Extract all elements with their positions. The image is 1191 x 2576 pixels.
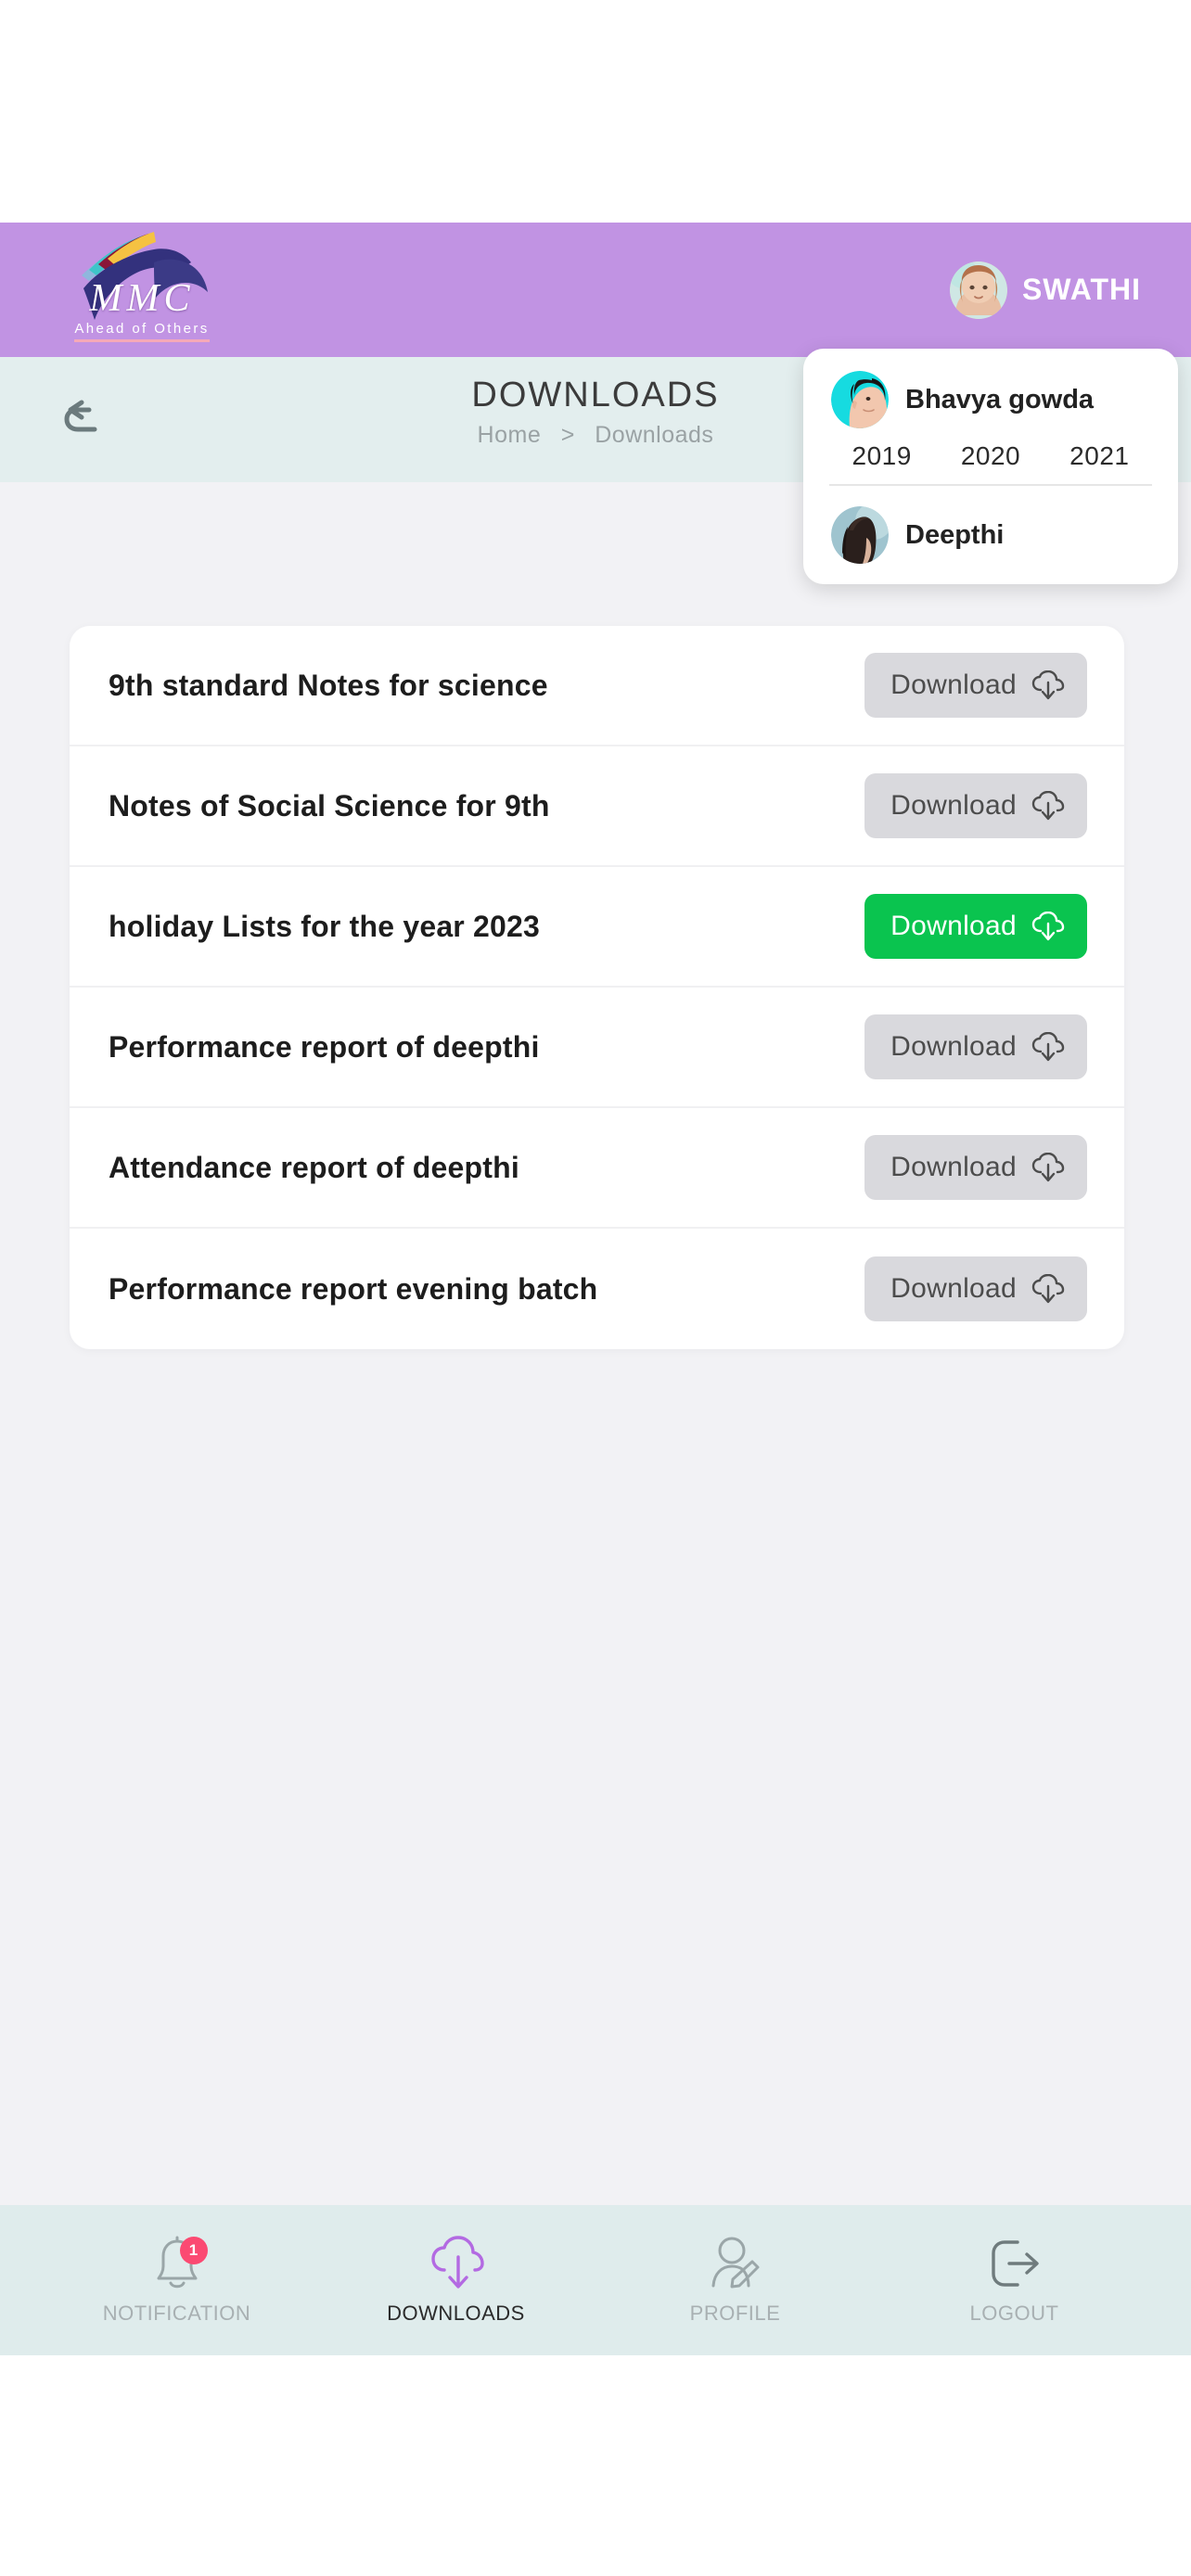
student-switch-popup[interactable]: Bhavya gowda 2019 2020 2021 Deepthi	[803, 349, 1178, 584]
avatar[interactable]	[949, 261, 1007, 319]
nav-label-notification: NOTIFICATION	[102, 2302, 251, 2325]
download-button-label: Download	[890, 790, 1017, 821]
header-user-chip[interactable]: SWATHI	[949, 261, 1141, 319]
download-item-title: 9th standard Notes for science	[109, 668, 548, 702]
cloud-download-icon	[1031, 791, 1065, 821]
logo-wordmark: MMC Ahead of Others	[54, 279, 230, 342]
breadcrumb-home[interactable]: Home	[478, 422, 542, 448]
cloud-download-icon	[430, 2236, 484, 2289]
download-item-title: Performance report of deepthi	[109, 1029, 540, 1064]
notification-badge: 1	[179, 2237, 208, 2264]
bottom-navigation: 1 NOTIFICATION DOWNLOADS PROFILE LOGOUT	[0, 2205, 1191, 2355]
download-button-label: Download	[890, 670, 1017, 700]
nav-label-downloads: DOWNLOADS	[387, 2302, 525, 2325]
download-button[interactable]: Download	[864, 653, 1087, 718]
table-row: Performance report evening batch Downloa…	[70, 1229, 1124, 1349]
download-button[interactable]: Download	[864, 1256, 1087, 1321]
nav-item-profile[interactable]: PROFILE	[643, 2235, 828, 2326]
cloud-download-icon	[1031, 670, 1065, 700]
logo-tagline: Ahead of Others	[74, 321, 210, 342]
nav-item-notification[interactable]: 1 NOTIFICATION	[84, 2235, 270, 2326]
cloud-download-icon	[1031, 1032, 1065, 1062]
student-item-deepthi[interactable]: Deepthi	[803, 501, 1178, 569]
cloud-download-icon	[1031, 1153, 1065, 1182]
breadcrumb-separator: >	[560, 421, 575, 448]
header-user-name: SWATHI	[1021, 273, 1141, 306]
download-button-label: Download	[890, 1031, 1017, 1062]
bhavya-gowda-avatar	[831, 371, 889, 428]
year-option-2021[interactable]: 2021	[1069, 441, 1129, 471]
person-edit-icon-wrap	[709, 2235, 762, 2292]
year-selector[interactable]: 2019 2020 2021	[803, 434, 1178, 484]
download-button[interactable]: Download	[864, 773, 1087, 838]
downloads-card: 9th standard Notes for science Download …	[70, 626, 1124, 1349]
nav-item-downloads[interactable]: DOWNLOADS	[364, 2235, 549, 2326]
cloud-download-icon	[1031, 912, 1065, 941]
download-button-label: Download	[890, 1152, 1017, 1182]
deepthi-avatar-image	[831, 506, 889, 564]
logo-title: MMC	[89, 276, 195, 320]
student-item-bhavya[interactable]: Bhavya gowda	[803, 365, 1178, 434]
logout-arrow-icon-wrap	[986, 2235, 1044, 2292]
status-bar-area	[0, 0, 1191, 223]
app-header: MMC Ahead of Others SWATHI	[0, 223, 1191, 357]
download-item-title: Attendance report of deepthi	[109, 1150, 519, 1184]
download-item-title: Notes of Social Science for 9th	[109, 788, 550, 823]
download-button-label: Download	[890, 1273, 1017, 1304]
table-row: Attendance report of deepthi Download	[70, 1108, 1124, 1229]
download-button-label: Download	[890, 911, 1017, 941]
table-row: holiday Lists for the year 2023 Download	[70, 867, 1124, 988]
table-row: 9th standard Notes for science Download	[70, 626, 1124, 746]
app-screen: MMC Ahead of Others SWATHI DOWNLOADS Hom…	[0, 0, 1191, 2576]
year-option-2019[interactable]: 2019	[852, 441, 912, 471]
download-item-title: holiday Lists for the year 2023	[109, 909, 541, 943]
table-row: Performance report of deepthi Download	[70, 988, 1124, 1108]
year-option-2020[interactable]: 2020	[961, 441, 1020, 471]
footer-blank-area	[0, 2355, 1191, 2576]
download-button[interactable]: Download	[864, 1135, 1087, 1200]
nav-label-profile: PROFILE	[689, 2302, 781, 2325]
popup-divider	[829, 484, 1152, 486]
bhavya-gowda-avatar-image	[831, 371, 889, 428]
download-button-active[interactable]: Download	[864, 894, 1087, 959]
bell-icon-wrap: 1	[150, 2235, 208, 2292]
download-button[interactable]: Download	[864, 1014, 1087, 1079]
swathi-avatar-image	[949, 261, 1007, 319]
nav-label-logout: LOGOUT	[969, 2302, 1059, 2325]
deepthi-avatar	[831, 506, 889, 564]
table-row: Notes of Social Science for 9th Download	[70, 746, 1124, 867]
person-edit-icon	[711, 2237, 759, 2289]
student-name: Bhavya gowda	[905, 384, 1095, 414]
cloud-download-icon	[1031, 1274, 1065, 1304]
breadcrumb-current: Downloads	[595, 421, 714, 448]
download-item-title: Performance report evening batch	[109, 1271, 598, 1306]
student-name: Deepthi	[905, 519, 1005, 550]
logout-arrow-icon	[991, 2240, 1039, 2287]
mmc-logo[interactable]: MMC Ahead of Others	[45, 225, 230, 355]
nav-item-logout[interactable]: LOGOUT	[922, 2235, 1108, 2326]
cloud-download-icon-wrap	[428, 2235, 485, 2292]
